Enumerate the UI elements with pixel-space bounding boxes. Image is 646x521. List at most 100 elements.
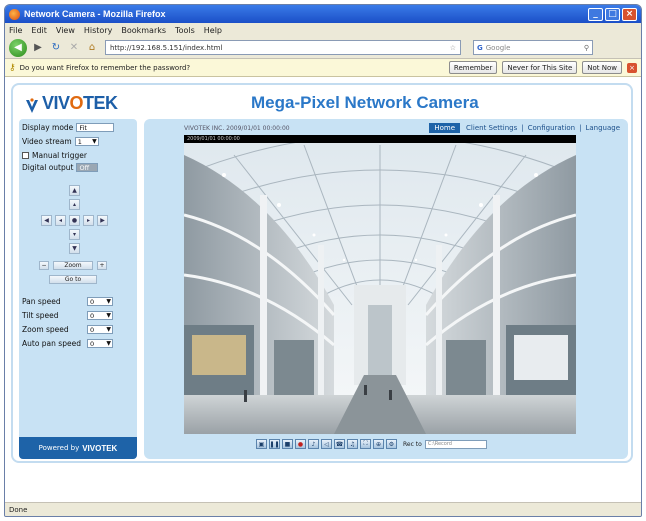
menu-file[interactable]: File <box>9 26 22 35</box>
tilt-down-small-button[interactable]: ▾ <box>69 229 80 240</box>
auto-pan-speed-label: Auto pan speed <box>22 339 81 348</box>
powered-by-footer: Powered by VIVOTEK <box>19 437 137 459</box>
pan-left-small-button[interactable]: ◂ <box>55 215 66 226</box>
brand-pre: VIV <box>42 93 70 113</box>
bookmark-star-icon[interactable]: ☆ <box>450 44 456 52</box>
display-mode-label: Display mode <box>22 123 74 132</box>
notification-message: Do you want Firefox to remember the pass… <box>19 63 191 72</box>
manual-trigger-row: Manual trigger <box>22 151 87 160</box>
tilt-speed-row: Tilt speed 0 ▼ <box>22 311 113 320</box>
search-input[interactable]: G Google ⚲ <box>473 40 593 55</box>
digital-output-toggle[interactable]: Off <box>76 163 99 172</box>
pan-speed-row: Pan speed 0 ▼ <box>22 297 113 306</box>
chevron-down-icon: ▼ <box>106 326 111 333</box>
pause-icon[interactable]: ❚❚ <box>269 439 280 449</box>
live-video-view[interactable]: 2009/01/01 00:00:00 <box>184 135 576 434</box>
chevron-down-icon: ▼ <box>106 298 111 305</box>
reload-icon[interactable]: ↻ <box>49 41 63 55</box>
stop-icon[interactable]: ■ <box>282 439 293 449</box>
video-stream-label: Video stream <box>22 137 72 146</box>
nav-home[interactable]: Home <box>429 123 461 133</box>
menu-bookmarks[interactable]: Bookmarks <box>121 26 166 35</box>
tilt-down-button[interactable]: ▼ <box>69 243 80 254</box>
status-text: Done <box>9 505 28 514</box>
auto-pan-speed-select[interactable]: 0 ▼ <box>87 339 113 348</box>
digital-output-label: Digital output <box>22 163 74 172</box>
manual-trigger-checkbox[interactable] <box>22 152 29 159</box>
video-stream-row: Video stream 1 ▼ <box>22 137 99 146</box>
forward-arrow-icon[interactable]: ▶ <box>31 41 45 55</box>
video-header: VIVOTEK INC. 2009/01/01 00:00:00 <box>184 125 290 132</box>
auto-pan-speed-value: 0 <box>90 339 95 348</box>
display-mode-select[interactable]: Fit <box>76 123 115 132</box>
remember-button[interactable]: Remember <box>448 61 498 74</box>
menu-tools[interactable]: Tools <box>175 26 195 35</box>
maximize-button[interactable]: □ <box>605 7 620 21</box>
nav-client-settings[interactable]: Client Settings <box>466 124 517 132</box>
key-icon: ⚷ <box>9 62 16 73</box>
navigation-toolbar: ◀ ▶ ↻ ✕ ⌂ http://192.168.5.151/index.htm… <box>5 37 641 59</box>
chevron-down-icon: ▼ <box>106 312 111 319</box>
nav-language[interactable]: Language <box>585 124 620 132</box>
menu-edit[interactable]: Edit <box>31 26 47 35</box>
zoom-out-button[interactable]: − <box>39 261 49 270</box>
pan-left-button[interactable]: ◀ <box>41 215 52 226</box>
never-for-site-button[interactable]: Never for This Site <box>502 61 578 74</box>
tilt-up-small-button[interactable]: ▴ <box>69 199 80 210</box>
pan-speed-select[interactable]: 0 ▼ <box>87 297 113 306</box>
firefox-icon <box>9 8 20 20</box>
powered-by-text: Powered by <box>38 444 80 452</box>
snapshot-icon[interactable]: ▣ <box>256 439 267 449</box>
pan-right-small-button[interactable]: ▸ <box>83 215 94 226</box>
menu-history[interactable]: History <box>84 26 112 35</box>
pan-right-button[interactable]: ▶ <box>97 215 108 226</box>
digital-output-row: Digital output Off <box>22 163 99 172</box>
tilt-speed-select[interactable]: 0 ▼ <box>87 311 113 320</box>
pan-speed-label: Pan speed <box>22 297 61 306</box>
not-now-button[interactable]: Not Now <box>582 61 622 74</box>
top-navigation: Home Client Settings | Configuration | L… <box>429 123 620 133</box>
mute-icon[interactable]: ◁ <box>321 439 332 449</box>
menu-view[interactable]: View <box>56 26 75 35</box>
vivotek-logo: VIV O TEK <box>25 93 118 114</box>
ptz-home-button[interactable]: ● <box>69 215 80 226</box>
record-to-label: Rec to <box>403 440 422 448</box>
url-bar[interactable]: http://192.168.5.151/index.html ☆ <box>105 40 461 55</box>
google-icon: G <box>477 43 483 52</box>
powered-by-brand: VIVOTEK <box>82 443 118 453</box>
zoom-speed-row: Zoom speed 0 ▼ <box>22 325 113 334</box>
volume-icon[interactable]: ♪ <box>308 439 319 449</box>
fullscreen-icon[interactable]: ⛶ <box>360 439 371 449</box>
zoom-icon[interactable]: ⊕ <box>373 439 384 449</box>
zoom-in-button[interactable]: + <box>97 261 107 270</box>
nav-configuration[interactable]: Configuration <box>528 124 575 132</box>
back-arrow-icon[interactable]: ◀ <box>9 38 27 57</box>
search-icon[interactable]: ⚲ <box>584 44 589 52</box>
tilt-speed-value: 0 <box>90 311 95 320</box>
video-stream-select[interactable]: 1 ▼ <box>74 137 99 146</box>
home-icon[interactable]: ⌂ <box>85 41 99 55</box>
camera-page: VIV O TEK Mega-Pixel Network Camera Displa… <box>11 83 633 463</box>
preset-goto-button[interactable]: Go to <box>49 275 97 284</box>
manual-trigger-label: Manual trigger <box>32 151 87 160</box>
zoom-speed-label: Zoom speed <box>22 325 69 334</box>
talk-icon[interactable]: ☎ <box>334 439 345 449</box>
chevron-down-icon: ▼ <box>106 340 111 347</box>
minimize-button[interactable]: _ <box>588 7 603 21</box>
notification-close-icon[interactable]: × <box>627 62 637 73</box>
zoom-speed-select[interactable]: 0 ▼ <box>87 325 113 334</box>
zoom-speed-value: 0 <box>90 325 95 334</box>
stop-icon[interactable]: ✕ <box>67 41 81 55</box>
menu-help[interactable]: Help <box>204 26 222 35</box>
settings-icon[interactable]: ⚙ <box>386 439 397 449</box>
page-viewport: VIV O TEK Mega-Pixel Network Camera Displa… <box>5 77 641 502</box>
tilt-up-button[interactable]: ▲ <box>69 185 80 196</box>
close-button[interactable]: × <box>622 7 637 21</box>
status-bar: Done <box>5 502 641 516</box>
record-icon[interactable]: ● <box>295 439 306 449</box>
record-path-input[interactable]: C:\Record <box>424 439 487 449</box>
mall-atrium-image <box>184 135 576 434</box>
zoom-label: Zoom <box>53 261 93 270</box>
window-title: Network Camera - Mozilla Firefox <box>24 9 166 19</box>
mic-icon[interactable]: ♫ <box>347 439 358 449</box>
